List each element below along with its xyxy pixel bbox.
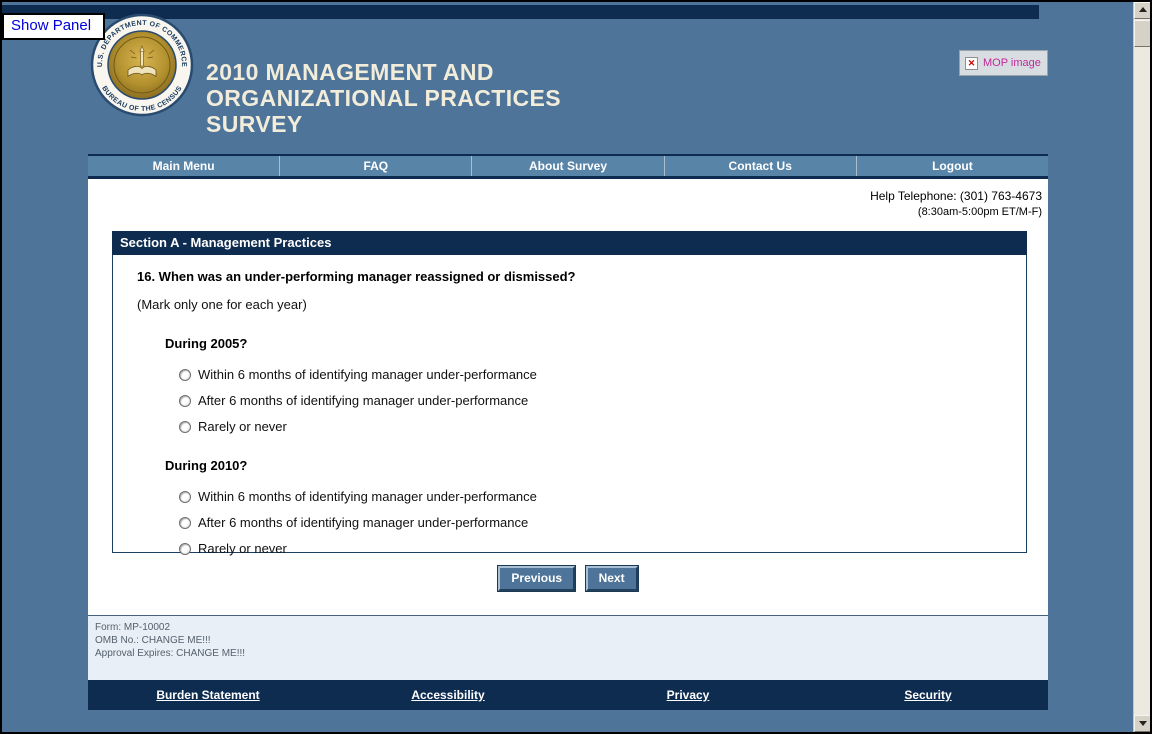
survey-title-line3: SURVEY	[206, 111, 561, 137]
option-row-2005-1[interactable]: Within 6 months of identifying manager u…	[179, 367, 537, 382]
content-area: Help Telephone: (301) 763-4673 (8:30am-5…	[88, 179, 1048, 615]
option-row-2010-1[interactable]: Within 6 months of identifying manager u…	[179, 489, 537, 504]
option-label: Rarely or never	[198, 419, 287, 434]
group-label-2010: During 2010?	[113, 434, 1026, 473]
scroll-up-button[interactable]	[1134, 2, 1151, 19]
pagination-buttons: Previous Next	[88, 566, 1048, 591]
help-telephone-block: Help Telephone: (301) 763-4673 (8:30am-5…	[870, 189, 1042, 218]
help-hours-text: (8:30am-5:00pm ET/M-F)	[870, 206, 1042, 218]
option-row-2005-2[interactable]: After 6 months of identifying manager un…	[179, 393, 528, 408]
radio-2005-within-6-months[interactable]	[179, 369, 191, 381]
main-nav-bar: Main Menu FAQ About Survey Contact Us Lo…	[88, 154, 1048, 179]
nav-contact-us[interactable]: Contact Us	[665, 156, 857, 176]
nav-faq[interactable]: FAQ	[280, 156, 472, 176]
radio-2010-after-6-months[interactable]	[179, 517, 191, 529]
help-telephone-text: Help Telephone: (301) 763-4673	[870, 189, 1042, 203]
footer-link-accessibility[interactable]: Accessibility	[328, 688, 568, 702]
approval-expires: Approval Expires: CHANGE ME!!!	[95, 647, 1048, 660]
census-seal: U.S. DEPARTMENT OF COMMERCE BUREAU OF TH…	[90, 13, 194, 117]
group-label-2005: During 2005?	[113, 312, 1026, 351]
footer-link-bar: Burden Statement Accessibility Privacy S…	[88, 680, 1048, 710]
radio-2005-rarely-never[interactable]	[179, 421, 191, 433]
footer-link-privacy[interactable]: Privacy	[568, 688, 808, 702]
nav-main-menu[interactable]: Main Menu	[88, 156, 280, 176]
option-row-2010-3[interactable]: Rarely or never	[179, 541, 287, 556]
section-body: 16. When was an under-performing manager…	[112, 255, 1027, 553]
nav-about-survey[interactable]: About Survey	[472, 156, 664, 176]
scroll-down-arrow-icon	[1139, 721, 1147, 726]
form-number: Form: MP-10002	[95, 621, 1048, 634]
census-seal-graphic: U.S. DEPARTMENT OF COMMERCE BUREAU OF TH…	[90, 13, 194, 117]
option-row-2005-3[interactable]: Rarely or never	[179, 419, 287, 434]
option-label: After 6 months of identifying manager un…	[198, 515, 528, 530]
previous-button[interactable]: Previous	[498, 566, 575, 591]
form-info-band: Form: MP-10002 OMB No.: CHANGE ME!!! App…	[88, 615, 1048, 680]
nav-logout[interactable]: Logout	[857, 156, 1048, 176]
scrollbar-thumb[interactable]	[1134, 20, 1151, 47]
option-row-2010-2[interactable]: After 6 months of identifying manager un…	[179, 515, 528, 530]
radio-2010-rarely-never[interactable]	[179, 543, 191, 555]
option-label: Rarely or never	[198, 541, 287, 556]
omb-number: OMB No.: CHANGE ME!!!	[95, 634, 1048, 647]
scroll-down-button[interactable]	[1134, 715, 1151, 732]
scroll-up-arrow-icon	[1139, 7, 1147, 12]
page-column: U.S. DEPARTMENT OF COMMERCE BUREAU OF TH…	[88, 2, 1048, 732]
radio-2010-within-6-months[interactable]	[179, 491, 191, 503]
footer-link-security[interactable]: Security	[808, 688, 1048, 702]
radio-2005-after-6-months[interactable]	[179, 395, 191, 407]
mop-broken-image-placeholder: ✕ MOP image	[959, 50, 1048, 76]
broken-image-alt-text: MOP image	[983, 57, 1041, 69]
broken-image-icon: ✕	[965, 57, 978, 70]
vertical-scrollbar[interactable]	[1133, 2, 1150, 732]
survey-title: 2010 MANAGEMENT AND ORGANIZATIONAL PRACT…	[206, 59, 561, 137]
survey-window: Show Panel	[0, 0, 1152, 734]
show-panel-button[interactable]: Show Panel	[2, 13, 105, 40]
survey-title-line2: ORGANIZATIONAL PRACTICES	[206, 85, 561, 111]
section-title: Section A - Management Practices	[112, 231, 1027, 255]
footer-link-burden-statement[interactable]: Burden Statement	[88, 688, 328, 702]
question-text: 16. When was an under-performing manager…	[113, 255, 1026, 284]
section-a-panel: Section A - Management Practices 16. Whe…	[112, 231, 1027, 553]
option-label: Within 6 months of identifying manager u…	[198, 367, 537, 382]
next-button[interactable]: Next	[586, 566, 638, 591]
question-instruction: (Mark only one for each year)	[113, 284, 1026, 312]
option-label: After 6 months of identifying manager un…	[198, 393, 528, 408]
survey-title-line1: 2010 MANAGEMENT AND	[206, 59, 561, 85]
option-label: Within 6 months of identifying manager u…	[198, 489, 537, 504]
